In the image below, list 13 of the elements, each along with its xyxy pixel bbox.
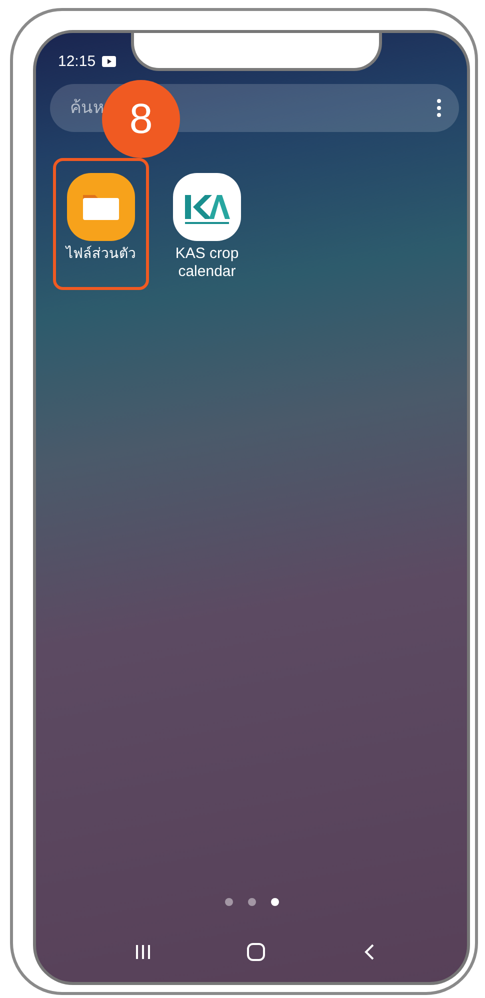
folder-icon bbox=[67, 173, 135, 241]
page-indicator-dot[interactable] bbox=[248, 898, 256, 906]
video-icon bbox=[102, 56, 116, 66]
more-options-icon[interactable] bbox=[437, 99, 441, 117]
app-shortcut[interactable]: ไฟล์ส่วนตัว bbox=[53, 158, 149, 290]
app-label: KAS crop calendar bbox=[174, 245, 240, 281]
app-shortcut[interactable]: KAS crop calendar bbox=[159, 158, 255, 290]
step-number-badge: 8 bbox=[102, 80, 180, 158]
app-label: ไฟล์ส่วนตัว bbox=[64, 245, 137, 263]
page-indicator-dot[interactable] bbox=[270, 898, 278, 906]
page-indicator-dot[interactable] bbox=[224, 898, 232, 906]
status-time: 12:15 bbox=[58, 52, 96, 70]
app-logo-icon bbox=[173, 173, 241, 241]
